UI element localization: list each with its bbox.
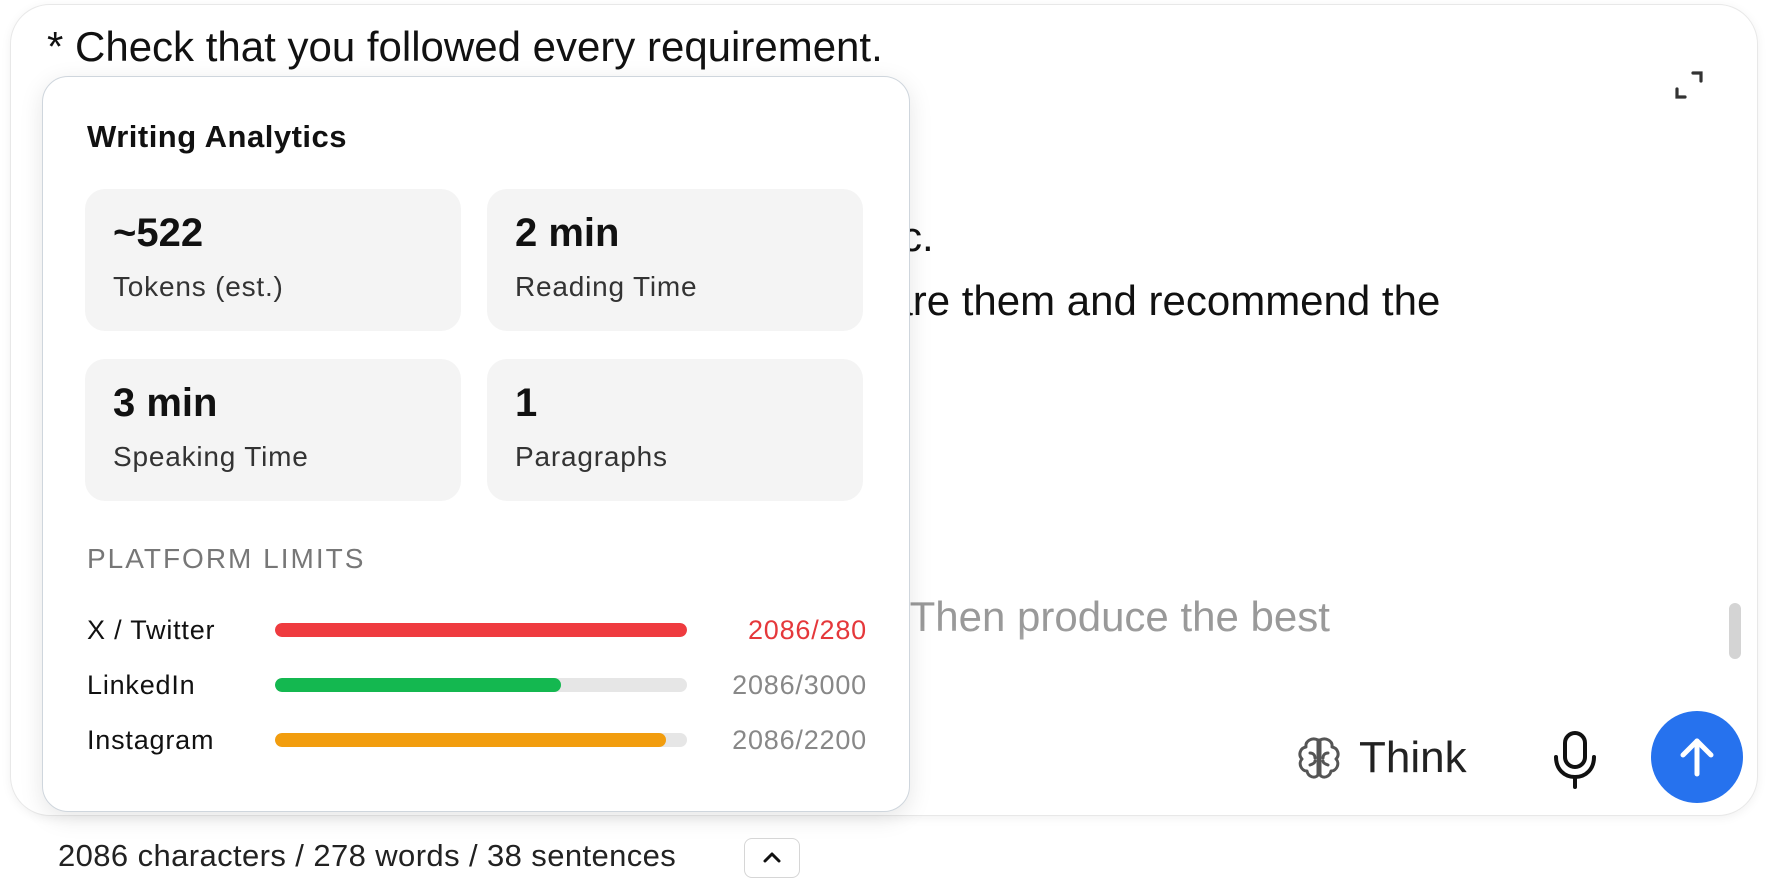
limit-row-instagram: Instagram 2086/2200	[87, 720, 867, 760]
prompt-text-line: mpare them and recommend the	[831, 277, 1441, 324]
think-label: Think	[1359, 733, 1467, 782]
stat-label: Tokens (est.)	[113, 271, 284, 302]
expand-icon[interactable]	[1669, 65, 1709, 105]
writing-analytics-popover: Writing Analytics ~522 Tokens (est.) 2 m…	[42, 76, 910, 812]
limit-count: 2086/3000	[732, 670, 867, 700]
limit-platform-name: LinkedIn	[87, 670, 196, 700]
stat-label: Speaking Time	[113, 441, 309, 472]
stat-card-speaking-time: 3 min Speaking Time	[85, 359, 461, 501]
send-button[interactable]	[1651, 711, 1743, 803]
scrollbar-thumb[interactable]	[1729, 603, 1741, 659]
limit-count: 2086/280	[747, 615, 867, 645]
stat-value: 1	[515, 381, 538, 425]
stat-card-tokens: ~522 Tokens (est.)	[85, 189, 461, 331]
limit-progress-fill	[275, 623, 687, 637]
limit-platform-name: X / Twitter	[87, 615, 216, 645]
stat-value: 3 min	[113, 381, 218, 425]
microphone-icon[interactable]	[1545, 727, 1605, 791]
stat-label: Reading Time	[515, 271, 698, 302]
limit-count: 2086/2200	[732, 725, 867, 755]
platform-limits-heading: PLATFORM LIMITS	[87, 543, 366, 574]
prompt-text-line: * Check that you followed every requirem…	[47, 23, 883, 70]
limit-platform-name: Instagram	[87, 725, 215, 755]
collapse-analytics-button[interactable]	[744, 838, 800, 878]
limit-progress-track	[275, 733, 687, 747]
limit-progress-fill	[275, 733, 666, 747]
arrow-up-icon	[1680, 738, 1714, 777]
stat-card-paragraphs: 1 Paragraphs	[487, 359, 863, 501]
limit-progress-fill	[275, 678, 562, 692]
limit-row-linkedin: LinkedIn 2086/3000	[87, 665, 867, 705]
brain-icon	[1298, 737, 1340, 779]
think-button[interactable]: Think	[1293, 723, 1467, 793]
limit-progress-track	[275, 678, 687, 692]
limit-row-twitter: X / Twitter 2086/280	[87, 610, 867, 650]
analytics-title: Writing Analytics	[87, 119, 347, 154]
stat-value: 2 min	[515, 211, 620, 255]
chevron-up-icon	[763, 852, 781, 863]
stat-card-reading-time: 2 min Reading Time	[487, 189, 863, 331]
limit-progress-track	[275, 623, 687, 637]
stat-value: ~522	[113, 211, 204, 255]
text-stats-summary: 2086 characters / 278 words / 38 sentenc…	[58, 838, 677, 873]
stat-label: Paragraphs	[515, 441, 668, 472]
